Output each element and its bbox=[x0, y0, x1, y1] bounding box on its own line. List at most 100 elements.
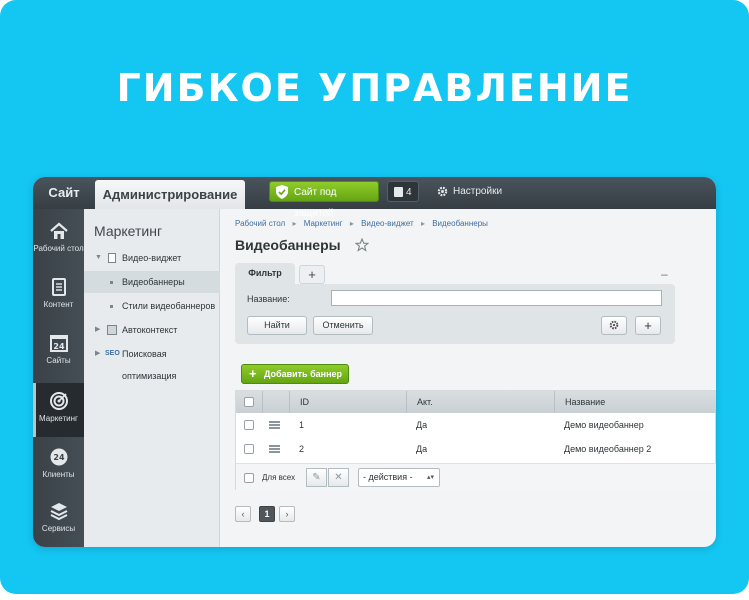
home-icon bbox=[50, 222, 68, 239]
select-all-checkbox[interactable] bbox=[244, 397, 254, 407]
expand-arrow-icon[interactable]: ▶ bbox=[95, 343, 100, 365]
document-icon bbox=[52, 278, 66, 296]
breadcrumb-item[interactable]: Рабочий стол bbox=[235, 219, 285, 228]
shield-icon bbox=[276, 185, 288, 199]
nav-item-content[interactable]: Контент bbox=[33, 269, 84, 323]
breadcrumb: Рабочий стол ▸ Маркетинг ▸ Видео-виджет … bbox=[235, 219, 488, 228]
cell-name: Демо видеобаннер 2 bbox=[564, 444, 652, 454]
notifications-count: 4 bbox=[406, 187, 412, 198]
table-row[interactable]: 2 Да Демо видеобаннер 2 bbox=[236, 437, 716, 461]
top-bar: Сайт Администрирование Сайт под защитой … bbox=[33, 177, 716, 219]
headline: ГИБКОЕ УПРАВЛЕНИЕ bbox=[116, 66, 633, 110]
nav-label: Рабочий стол bbox=[33, 244, 84, 253]
menu-item-banner-styles[interactable]: Стили видеобаннеров bbox=[84, 295, 220, 317]
target-icon bbox=[50, 392, 68, 410]
column-name[interactable]: Название bbox=[554, 391, 716, 413]
tab-filter[interactable]: Фильтр bbox=[235, 263, 295, 284]
filter-settings-button[interactable] bbox=[601, 316, 627, 335]
minimize-filter-button[interactable]: – bbox=[661, 267, 668, 281]
column-active[interactable]: Акт. bbox=[406, 391, 554, 413]
nav-label: Контент bbox=[43, 300, 74, 309]
menu-item-label: Поисковая оптимизация bbox=[122, 349, 177, 381]
notification-icon bbox=[394, 187, 403, 197]
table-header: ID Акт. Название bbox=[236, 391, 716, 413]
image-icon bbox=[107, 325, 117, 335]
expand-arrow-icon[interactable]: ▼ bbox=[95, 247, 102, 269]
add-filter-tab-button[interactable]: + bbox=[299, 265, 325, 284]
row-checkbox[interactable] bbox=[244, 420, 254, 430]
tab-admin[interactable]: Администрирование bbox=[95, 180, 245, 209]
column-id[interactable]: ID bbox=[289, 391, 405, 413]
cell-name: Демо видеобаннер bbox=[564, 420, 644, 430]
nav-item-sites[interactable]: 24 Сайты bbox=[33, 325, 84, 379]
find-button[interactable]: Найти bbox=[247, 316, 307, 335]
banners-table: ID Акт. Название 1 Да Демо видеобаннер 2… bbox=[235, 390, 716, 491]
menu-item-autocontext[interactable]: ▶ Автоконтекст bbox=[84, 319, 220, 341]
bullet-icon bbox=[110, 305, 113, 308]
section-menu: Маркетинг ▼ Видео-виджет Видеобаннеры Ст… bbox=[84, 209, 220, 547]
admin-screenshot: Сайт Администрирование Сайт под защитой … bbox=[33, 177, 716, 547]
add-banner-button[interactable]: + Добавить баннер bbox=[241, 364, 349, 384]
nav-label: Клиенты bbox=[42, 470, 75, 479]
row-checkbox[interactable] bbox=[244, 444, 254, 454]
svg-text:24: 24 bbox=[53, 342, 65, 351]
cell-active: Да bbox=[416, 420, 428, 430]
layers-icon bbox=[50, 503, 68, 521]
plus-icon: + bbox=[249, 366, 257, 381]
nav-label: Сайты bbox=[46, 356, 71, 365]
menu-item-seo[interactable]: ▶ SEO Поисковая оптимизация bbox=[84, 343, 220, 381]
breadcrumb-item[interactable]: Маркетинг bbox=[304, 219, 343, 228]
nav-item-services[interactable]: Сервисы bbox=[33, 493, 84, 547]
gear-icon bbox=[609, 320, 619, 330]
name-input[interactable] bbox=[331, 290, 662, 306]
svg-text:24: 24 bbox=[53, 453, 65, 462]
row-menu-icon[interactable] bbox=[269, 421, 280, 429]
tab-site[interactable]: Сайт bbox=[33, 177, 95, 209]
row-menu-icon[interactable] bbox=[269, 445, 280, 453]
for-all-label: Для всех bbox=[262, 473, 296, 482]
breadcrumb-separator-icon: ▸ bbox=[292, 219, 297, 228]
actions-select[interactable]: - действия - ▴▾ bbox=[358, 468, 440, 487]
for-all-checkbox[interactable] bbox=[244, 473, 254, 483]
prev-page-button[interactable]: ‹ bbox=[235, 506, 251, 522]
page-title: Видеобаннеры bbox=[235, 237, 341, 253]
table-row[interactable]: 1 Да Демо видеобаннер bbox=[236, 413, 716, 437]
next-page-button[interactable]: › bbox=[279, 506, 295, 522]
add-banner-label: Добавить баннер bbox=[264, 369, 343, 379]
settings-button[interactable]: Настройки bbox=[437, 181, 502, 202]
breadcrumb-separator-icon: ▸ bbox=[420, 219, 425, 228]
nav-label: Сервисы bbox=[41, 524, 76, 533]
breadcrumb-separator-icon: ▸ bbox=[349, 219, 354, 228]
nav-item-marketing[interactable]: Маркетинг bbox=[33, 383, 84, 437]
settings-label: Настройки bbox=[453, 186, 503, 197]
cell-id: 2 bbox=[299, 444, 305, 454]
section-title: Маркетинг bbox=[94, 223, 163, 239]
nav-item-desktop[interactable]: Рабочий стол bbox=[33, 213, 84, 267]
promo-card: ГИБКОЕ УПРАВЛЕНИЕ Сайт Администрирование… bbox=[0, 0, 749, 594]
add-filter-button[interactable]: + bbox=[635, 316, 661, 335]
left-nav: Рабочий стол Контент 24 Сайты Маркетинг … bbox=[33, 209, 84, 547]
star-icon[interactable] bbox=[355, 238, 369, 252]
breadcrumb-item[interactable]: Видеобаннеры bbox=[432, 219, 488, 228]
menu-item-videobanners[interactable]: Видеобаннеры bbox=[84, 271, 220, 293]
delete-icon[interactable]: ✕ bbox=[328, 468, 349, 487]
select-arrows-icon: ▴▾ bbox=[426, 474, 434, 481]
breadcrumb-item[interactable]: Видео-виджет bbox=[361, 219, 414, 228]
nav-item-clients[interactable]: 24 Клиенты bbox=[33, 439, 84, 493]
menu-item-label: Видеобаннеры bbox=[122, 277, 185, 287]
menu-item-video-widget[interactable]: ▼ Видео-виджет bbox=[84, 247, 220, 269]
cell-id: 1 bbox=[299, 420, 305, 430]
notifications-button[interactable]: 4 bbox=[387, 181, 419, 202]
page-icon bbox=[108, 253, 116, 263]
site-secure-button[interactable]: Сайт под защитой bbox=[269, 181, 379, 219]
nav-label: Маркетинг bbox=[39, 414, 78, 423]
expand-arrow-icon[interactable]: ▶ bbox=[95, 319, 100, 341]
filter-panel: Название: Найти Отменить + bbox=[235, 284, 675, 344]
cancel-button[interactable]: Отменить bbox=[313, 316, 373, 335]
clients-24-icon: 24 bbox=[50, 448, 68, 466]
edit-icon[interactable]: ✎ bbox=[306, 468, 327, 487]
seo-icon: SEO bbox=[105, 350, 120, 357]
cell-active: Да bbox=[416, 444, 428, 454]
page-button-current[interactable]: 1 bbox=[259, 506, 275, 522]
table-footer: Для всех ✎ ✕ - действия - ▴▾ bbox=[236, 463, 716, 491]
